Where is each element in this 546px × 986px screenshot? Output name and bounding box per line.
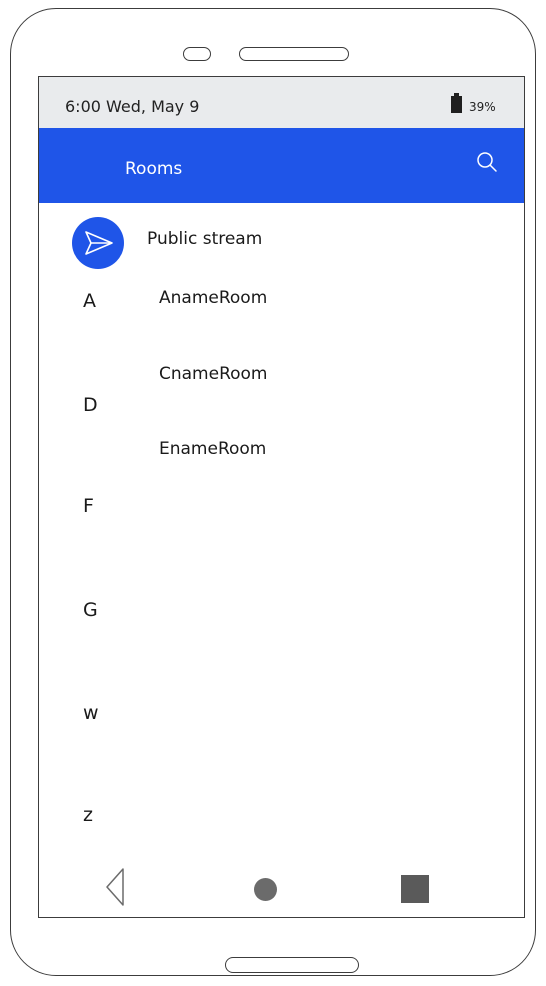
index-letter[interactable]: w — [83, 702, 99, 724]
room-item[interactable]: AnameRoom — [159, 288, 267, 308]
status-time: 6:00 Wed, May 9 — [65, 97, 200, 116]
status-bar: 6:00 Wed, May 9 39% — [39, 77, 524, 128]
room-item[interactable]: CnameRoom — [159, 364, 268, 384]
speaker-grille — [239, 47, 349, 61]
app-bar: Rooms — [39, 128, 524, 203]
room-item[interactable]: EnameRoom — [159, 439, 266, 459]
send-icon — [72, 217, 124, 269]
back-icon[interactable] — [105, 867, 125, 907]
home-icon[interactable] — [254, 878, 277, 901]
camera-icon — [183, 47, 211, 61]
screen: 6:00 Wed, May 9 39% Rooms Public stream … — [38, 76, 525, 918]
phone-home-slot — [225, 957, 359, 973]
index-letter[interactable]: z — [83, 804, 93, 826]
public-stream-label: Public stream — [147, 229, 263, 249]
recent-apps-icon[interactable] — [401, 875, 429, 903]
index-letter[interactable]: F — [83, 495, 94, 517]
index-letter[interactable]: D — [83, 394, 98, 416]
battery-icon — [451, 93, 462, 113]
battery-percent: 39% — [469, 100, 496, 114]
search-icon[interactable] — [475, 151, 499, 175]
index-letter[interactable]: G — [83, 599, 98, 621]
index-letter[interactable]: A — [83, 290, 96, 312]
page-title: Rooms — [125, 159, 183, 179]
